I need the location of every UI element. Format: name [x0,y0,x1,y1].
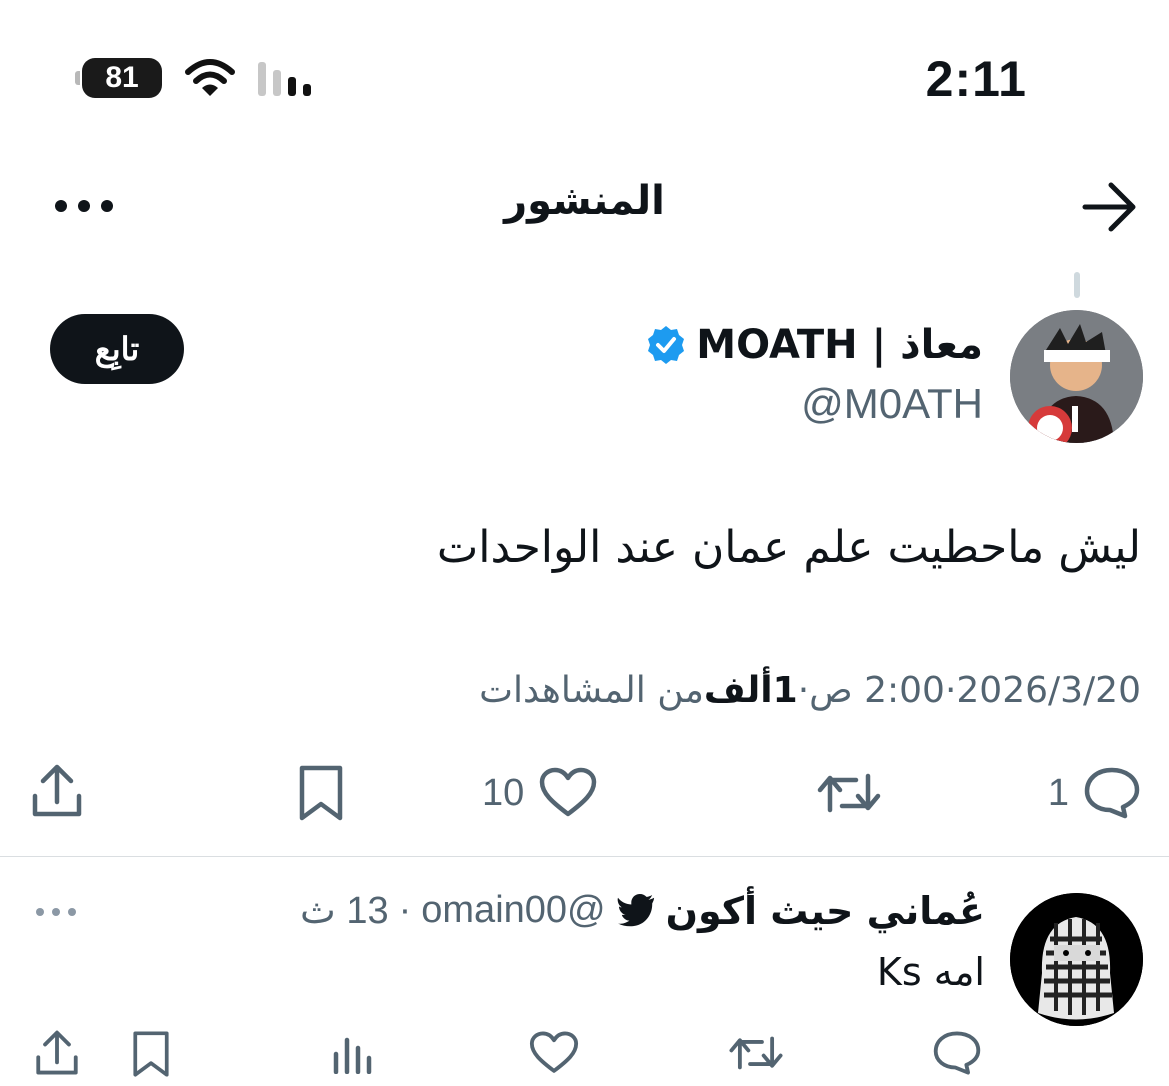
post-time: 2:00 ص [809,670,945,711]
divider [0,856,1169,857]
battery-indicator: 81 [75,58,162,98]
reply-author-avatar[interactable] [1010,893,1143,1026]
reply-icon [1084,767,1140,819]
bookmark-icon [299,765,343,821]
views-analytics-icon[interactable] [330,1032,374,1074]
reply-display-name[interactable]: عُماني حيث أكون [666,889,985,933]
share-action[interactable] [30,762,84,820]
author-handle[interactable]: @M0ATH [801,380,983,428]
page-title: المنشور [504,178,665,224]
repost-icon[interactable] [728,1030,784,1076]
reply-text: امه Ks [876,950,985,994]
reply-count: 1 [1047,771,1069,814]
meta-separator: · [797,670,810,711]
like-count: 10 [482,771,525,814]
meta-separator: · [944,670,957,711]
avatar-image [1010,893,1143,1026]
reply-handle[interactable]: @omain00 [421,889,605,932]
views-label: من المشاهدات [479,670,704,711]
meta-separator: · [398,889,412,931]
reply-action[interactable]: 1 [1048,766,1141,820]
author-avatar[interactable] [1010,310,1143,443]
verified-badge-icon [648,326,685,364]
views-count[interactable]: 1ألف [704,670,798,711]
bookmark-action[interactable] [296,764,346,822]
wifi-icon [185,59,235,96]
post-date: 2026/3/20 [956,670,1141,711]
back-arrow-icon[interactable] [1081,180,1139,234]
post-meta: 2026/3/20 · 2:00 ص · 1ألف من المشاهدات [479,670,1141,711]
thread-line [1074,272,1080,298]
cellular-signal-icon [258,62,311,96]
author-display-name[interactable]: معاذ | MOATH [696,322,983,368]
share-icon [32,764,82,817]
like-action[interactable]: 10 [482,766,598,820]
bird-icon [617,893,654,926]
more-options-icon[interactable] [34,902,78,922]
reply-header: عُماني حيث أكون @omain00 · 13 ث [300,888,985,933]
repost-icon [817,773,881,813]
post-text: ليش ماحطيت علم عمان عند الواحدات [436,522,1141,573]
reply-time[interactable]: 13 ث [300,888,389,933]
author-name-row: معاذ | MOATH [646,322,983,368]
follow-button[interactable]: تابِع [50,314,184,384]
bookmark-icon[interactable] [130,1030,172,1078]
status-time: 2:11 [925,51,1027,107]
share-icon[interactable] [34,1028,80,1078]
reply-icon[interactable] [932,1030,982,1076]
avatar-image [1010,310,1143,443]
heart-icon [540,767,597,817]
repost-action[interactable] [816,766,882,820]
battery-level: 81 [105,61,139,94]
heart-icon[interactable] [528,1030,580,1076]
